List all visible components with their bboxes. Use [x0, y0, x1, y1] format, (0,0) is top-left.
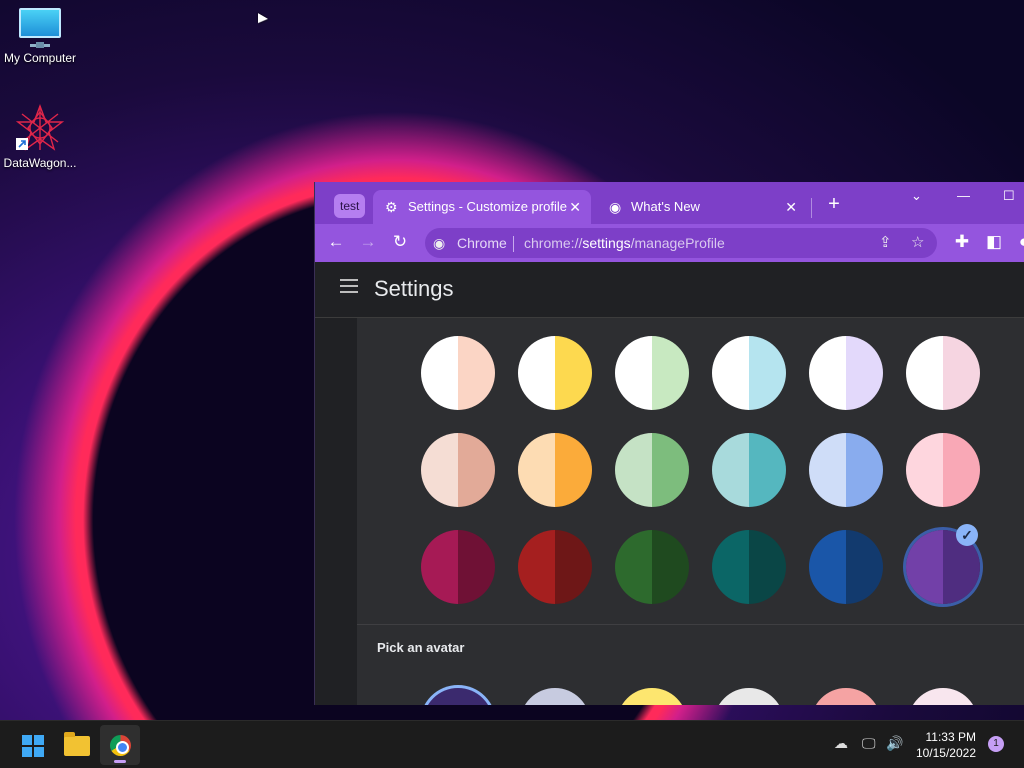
theme-color-swatch[interactable] [712, 336, 786, 410]
settings-header: Settings [315, 262, 1024, 318]
site-name: Chrome [457, 235, 507, 251]
mouse-cursor-icon [258, 13, 268, 29]
chrome-icon: ◉ [433, 235, 446, 251]
chrome-taskbar-button[interactable] [100, 725, 140, 765]
bookmark-star-icon[interactable]: ☆ [911, 228, 924, 258]
network-icon[interactable]: 🖵 [862, 735, 876, 752]
back-arrow-icon[interactable]: ← [325, 232, 347, 252]
tab-whats-new[interactable]: ◉ What's New ✕ [597, 190, 807, 224]
theme-color-swatch[interactable] [809, 433, 883, 507]
avatar-option[interactable] [520, 688, 590, 705]
customize-profile-panel: ✓ Pick an avatar [357, 318, 1024, 705]
hamburger-menu-icon[interactable] [340, 279, 358, 297]
start-button[interactable] [12, 725, 52, 765]
avatar-option[interactable] [811, 688, 881, 705]
desktop-icon-label: My Computer [3, 51, 77, 65]
chrome-icon [110, 735, 131, 756]
avatar-section-heading: Pick an avatar [377, 640, 465, 655]
clock-time: 11:33 PM [925, 730, 976, 744]
theme-color-swatch[interactable] [518, 336, 592, 410]
tab-settings[interactable]: ⚙ Settings - Customize profile ✕ [373, 190, 591, 224]
forward-arrow-icon[interactable]: → [357, 232, 379, 252]
tab-separator [811, 198, 812, 218]
windows-logo-icon [22, 735, 44, 757]
theme-color-swatch[interactable] [906, 336, 980, 410]
clock[interactable]: 11:33 PM 10/15/2022 [912, 729, 976, 761]
theme-color-swatch[interactable] [712, 433, 786, 507]
gear-icon: ⚙ [385, 199, 398, 215]
checkmark-icon: ✓ [956, 524, 978, 546]
toolbar: ← → ↻ ◉ Chrome chrome://settings/manageP… [315, 224, 1024, 262]
tab-title: Settings - Customize profile [408, 199, 567, 214]
page-title: Settings [374, 276, 454, 301]
minimize-button[interactable]: — [957, 188, 970, 203]
theme-color-swatch[interactable] [421, 530, 495, 604]
desktop-icon-my-computer[interactable]: My Computer [0, 8, 80, 65]
cloud-offline-icon[interactable]: ☁ [834, 735, 848, 752]
active-indicator [114, 760, 126, 763]
theme-color-swatch[interactable] [712, 530, 786, 604]
avatar-option[interactable] [617, 688, 687, 705]
address-bar[interactable]: ◉ Chrome chrome://settings/manageProfile… [425, 228, 937, 258]
side-panel-icon[interactable]: ◧ [983, 232, 1005, 252]
reload-icon[interactable]: ↻ [389, 232, 411, 252]
notification-badge[interactable]: 1 [988, 736, 1004, 752]
theme-color-swatch[interactable] [615, 336, 689, 410]
volume-icon[interactable]: 🔊 [886, 735, 903, 752]
theme-color-swatch[interactable] [615, 433, 689, 507]
tab-title: What's New [631, 199, 700, 214]
new-tab-button[interactable]: + [823, 193, 845, 216]
theme-color-swatch[interactable] [906, 433, 980, 507]
browser-window: test ⚙ Settings - Customize profile ✕ ◉ … [314, 182, 1024, 705]
url-text: chrome://settings/manageProfile [524, 235, 725, 251]
desktop-icon-datawagon[interactable]: DataWagon... [0, 104, 80, 170]
theme-color-swatch[interactable] [615, 530, 689, 604]
avatar-option[interactable] [714, 688, 784, 705]
taskbar: ☁ 🖵 🔊 11:33 PM 10/15/2022 1 [0, 720, 1024, 768]
chrome-icon: ◉ [609, 199, 622, 215]
omnibox-divider [513, 236, 514, 252]
theme-color-swatch[interactable] [421, 433, 495, 507]
divider [357, 624, 1024, 625]
settings-content: ✓ Pick an avatar [315, 318, 1024, 705]
maximize-button[interactable]: ☐ [1003, 188, 1015, 204]
theme-color-swatch[interactable] [421, 336, 495, 410]
theme-color-swatch[interactable] [518, 433, 592, 507]
clock-date: 10/15/2022 [915, 746, 976, 760]
tab-strip: test ⚙ Settings - Customize profile ✕ ◉ … [315, 182, 1024, 224]
share-icon[interactable]: ⇪ [879, 228, 892, 258]
profile-avatar-icon[interactable]: ● [1013, 232, 1024, 252]
avatar-option[interactable] [423, 688, 493, 705]
datawagon-shortcut-icon [15, 104, 65, 152]
avatar-option[interactable] [908, 688, 978, 705]
tab-search-icon[interactable]: ⌄ [911, 188, 922, 204]
desktop-icon-label: DataWagon... [3, 156, 77, 170]
extensions-puzzle-icon[interactable]: ✚ [951, 232, 973, 252]
theme-color-swatch[interactable] [809, 336, 883, 410]
monitor-icon [0, 8, 80, 48]
folder-icon [64, 732, 90, 756]
theme-color-swatch[interactable] [518, 530, 592, 604]
theme-color-swatch[interactable] [809, 530, 883, 604]
file-explorer-button[interactable] [56, 725, 96, 765]
close-icon[interactable]: ✕ [785, 190, 797, 224]
close-icon[interactable]: ✕ [569, 190, 581, 224]
profile-chip[interactable]: test [334, 194, 366, 218]
